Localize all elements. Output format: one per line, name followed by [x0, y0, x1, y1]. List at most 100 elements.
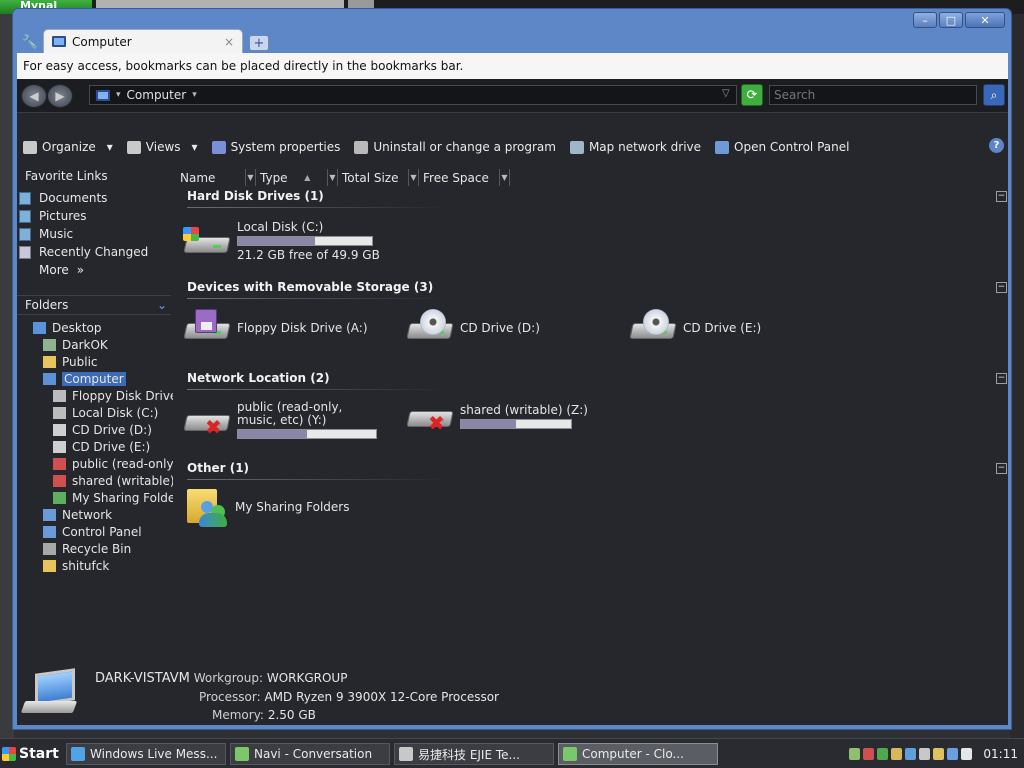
drive-floppy-a[interactable]: Floppy Disk Drive (A:): [183, 309, 368, 343]
recycle-bin-icon: [43, 542, 56, 555]
column-total-size[interactable]: Total Size ▼: [338, 169, 419, 186]
new-tab-button[interactable]: +: [249, 35, 269, 51]
tab-computer[interactable]: Computer ×: [43, 29, 243, 53]
column-label: Name: [180, 170, 216, 185]
network-tray-icon[interactable]: [849, 748, 861, 760]
tab-close-icon[interactable]: ×: [224, 35, 234, 49]
details-pane: DARK-VISTAVM Workgroup: WORKGROUP Proces…: [17, 663, 1008, 725]
security-tray-icon[interactable]: [877, 748, 889, 760]
maximize-button[interactable]: □: [939, 12, 963, 28]
collapse-icon[interactable]: −: [996, 191, 1007, 202]
group-header-network[interactable]: Network Location (2): [187, 371, 330, 385]
tree-item-recycle-bin[interactable]: Recycle Bin: [17, 540, 173, 557]
tree-item-cd-drive-d[interactable]: CD Drive (D:): [17, 421, 173, 438]
user-tray-icon[interactable]: [891, 748, 903, 760]
tree-item-shitufck[interactable]: shitufck: [17, 557, 173, 574]
app-tray-icon[interactable]: [905, 748, 917, 760]
volume-tray-icon[interactable]: [961, 748, 973, 760]
back-button[interactable]: ◀: [21, 84, 47, 108]
minimize-button[interactable]: –: [913, 12, 937, 28]
network-drive-y[interactable]: ✖ public (read-only, music, etc) (Y:): [183, 401, 377, 439]
tree-item-local-disk-c[interactable]: Local Disk (C:): [17, 404, 173, 421]
fav-item-documents[interactable]: Documents: [19, 189, 148, 207]
taskbar-button[interactable]: 易捷科技 EJIE Te...: [394, 743, 554, 765]
toolbar-system-properties[interactable]: System properties: [211, 140, 340, 154]
column-free-space[interactable]: Free Space ▼: [419, 169, 510, 186]
chevron-down-icon[interactable]: ▾: [116, 90, 121, 100]
computer-large-icon: [20, 668, 79, 717]
address-bar[interactable]: ▾ Computer ▾: [89, 85, 737, 105]
clock[interactable]: 01:11: [983, 747, 1018, 761]
chevron-down-icon[interactable]: ▼: [408, 169, 418, 186]
column-name[interactable]: Name ▼: [176, 169, 256, 186]
chevron-down-icon[interactable]: ⌄: [157, 296, 167, 315]
drive-free-space: 21.2 GB free of 49.9 GB: [237, 248, 380, 262]
tree-label: CD Drive (D:): [72, 422, 152, 437]
wrench-icon[interactable]: 🔧: [17, 31, 43, 53]
drive-local-disk-c[interactable]: Local Disk (C:) 21.2 GB free of 49.9 GB: [183, 221, 380, 262]
start-button[interactable]: Start: [2, 743, 60, 765]
group-header-removable[interactable]: Devices with Removable Storage (3): [187, 280, 433, 294]
chevron-down-icon[interactable]: ▾: [192, 90, 197, 100]
shield-tray-icon[interactable]: [863, 748, 875, 760]
folders-header[interactable]: Folders ⌄: [17, 295, 171, 315]
taskbar-button[interactable]: Navi - Conversation: [230, 743, 390, 765]
tree-item-public[interactable]: Public: [17, 353, 173, 370]
group-header-hdd[interactable]: Hard Disk Drives (1): [187, 189, 324, 203]
toolbar-organize[interactable]: Organize ▾: [23, 140, 113, 154]
browser-icon: [399, 747, 413, 761]
group-header-other[interactable]: Other (1): [187, 461, 249, 475]
tree-item-network[interactable]: Network: [17, 506, 173, 523]
user-folder-icon: [43, 338, 56, 351]
tree-item-computer[interactable]: Computer: [17, 370, 173, 387]
close-button[interactable]: ✕: [965, 12, 1005, 28]
search-input[interactable]: [769, 85, 977, 105]
network-drive-disconnected-icon: ✖: [183, 405, 231, 437]
help-icon[interactable]: ?: [989, 138, 1004, 153]
column-type[interactable]: Type ▲ ▼: [256, 169, 338, 186]
collapse-icon[interactable]: −: [996, 463, 1007, 474]
drive-name: CD Drive (E:): [683, 320, 762, 335]
computer-name: DARK-VISTAVM: [95, 671, 190, 686]
forward-button[interactable]: ▶: [47, 84, 73, 108]
fav-more[interactable]: More »: [19, 261, 148, 279]
toolbar-uninstall-or-change-a-program[interactable]: Uninstall or change a program: [354, 140, 556, 154]
toolbar-open-control-panel[interactable]: Open Control Panel: [715, 140, 849, 154]
disk-usage-fill: [238, 237, 316, 245]
chevron-down-icon[interactable]: ▾: [192, 140, 198, 154]
taskbar-button[interactable]: Windows Live Mess...: [66, 743, 226, 765]
app2-tray-icon[interactable]: [919, 748, 931, 760]
drive-cd-e[interactable]: CD Drive (E:): [629, 309, 762, 343]
fav-item-recently-changed[interactable]: Recently Changed: [19, 243, 148, 261]
refresh-button[interactable]: ⟳: [741, 84, 763, 106]
tree-item-my-sharing-folders[interactable]: My Sharing Folders: [17, 489, 173, 506]
collapse-icon[interactable]: −: [996, 282, 1007, 293]
my-sharing-folders[interactable]: My Sharing Folders: [183, 485, 350, 529]
display-tray-icon[interactable]: [947, 748, 959, 760]
taskbar-button[interactable]: Computer - Clo...: [558, 743, 718, 765]
tree-item-cd-drive-e[interactable]: CD Drive (E:): [17, 438, 173, 455]
fav-item-pictures[interactable]: Pictures: [19, 207, 148, 225]
tree-item-control-panel[interactable]: Control Panel: [17, 523, 173, 540]
address-location[interactable]: Computer: [127, 88, 187, 102]
toolbar-map-network-drive[interactable]: Map network drive: [569, 140, 701, 154]
cd-drive-icon: [629, 309, 677, 343]
tree-item-floppy-disk-drive[interactable]: Floppy Disk Drive: [17, 387, 173, 404]
search-button[interactable]: ⌕: [983, 84, 1005, 106]
tree-item-public-read-only[interactable]: public (read-only,: [17, 455, 173, 472]
chevron-down-icon[interactable]: ▼: [327, 169, 337, 186]
toolbar-views[interactable]: Views ▾: [126, 140, 198, 154]
fav-item-music[interactable]: Music: [19, 225, 148, 243]
collapse-icon[interactable]: −: [996, 373, 1007, 384]
tree-label: Desktop: [52, 320, 102, 335]
tree-item-shared-writable[interactable]: shared (writable) (: [17, 472, 173, 489]
app3-tray-icon[interactable]: [933, 748, 945, 760]
chevron-down-icon[interactable]: ▼: [245, 169, 255, 186]
network-drive-z[interactable]: ✖ shared (writable) (Z:): [406, 401, 588, 433]
tree-item-darkok[interactable]: DarkOK: [17, 336, 173, 353]
address-dropdown-icon[interactable]: ▽: [722, 88, 730, 99]
tree-item-desktop[interactable]: Desktop: [17, 319, 173, 336]
chevron-down-icon[interactable]: ▼: [499, 169, 509, 186]
chevron-down-icon[interactable]: ▾: [107, 140, 113, 154]
drive-cd-d[interactable]: CD Drive (D:): [406, 309, 540, 343]
